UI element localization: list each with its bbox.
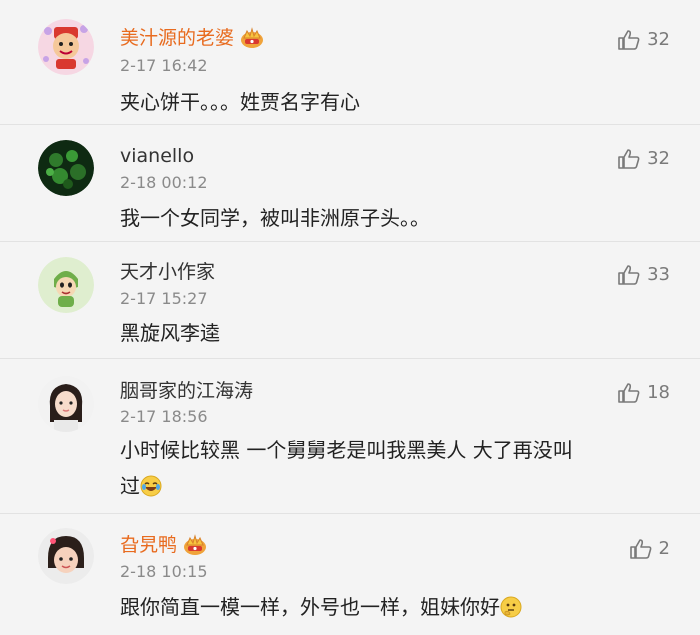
vip-crown-icon	[183, 534, 207, 556]
comment-text: 跟你简直一模一样，外号也一样，姐妹你好	[120, 589, 680, 625]
like-count: 33	[647, 264, 670, 285]
like-button[interactable]: 32	[617, 148, 670, 170]
like-button[interactable]: 18	[617, 382, 670, 404]
username[interactable]: 美汁源的老婆	[120, 26, 234, 50]
like-count: 2	[658, 538, 670, 559]
comment-item: vianello 2-18 00:12 我一个女同学，被叫非洲原子头。。 32	[0, 125, 700, 242]
avatar[interactable]	[38, 19, 94, 75]
comment-item: 美汁源的老婆 2-17 16:42 夹心饼干。。。姓贾名字有心 32	[0, 4, 700, 125]
like-button[interactable]: 33	[617, 264, 670, 286]
thinking-emoji-icon	[500, 596, 522, 618]
like-button[interactable]: 32	[617, 29, 670, 51]
username-row: 天才小作家	[120, 260, 215, 284]
avatar[interactable]	[38, 140, 94, 196]
comment-item: 天才小作家 2-17 15:27 黑旋风李逵 33	[0, 242, 700, 359]
comment-timestamp: 2-18 10:15	[120, 562, 208, 581]
username[interactable]: 旮旯鸭	[120, 533, 177, 557]
avatar[interactable]	[38, 376, 94, 432]
comment-text-line: 夹心饼干。。。姓贾名字有心	[120, 90, 360, 114]
comment-text: 我一个女同学，被叫非洲原子头。。	[120, 200, 680, 236]
avatar[interactable]	[38, 257, 94, 313]
comment-timestamp: 2-17 16:42	[120, 56, 208, 75]
comment-timestamp: 2-17 18:56	[120, 407, 208, 426]
thumbs-up-icon	[617, 382, 641, 404]
comment-text-line: 跟你简直一模一样，外号也一样，姐妹你好	[120, 595, 500, 619]
comment-item: 胭哥家的江海涛 2-17 18:56 小时候比较黑 一个舅舅老是叫我黑美人 大了…	[0, 359, 700, 514]
comment-text: 夹心饼干。。。姓贾名字有心	[120, 84, 680, 120]
like-count: 32	[647, 148, 670, 169]
comment-item: 旮旯鸭 2-18 10:15 跟你简直一模一样，外号也一样，姐妹你好 2	[0, 514, 700, 635]
avatar[interactable]	[38, 528, 94, 584]
comment-text-line: 我一个女同学，被叫非洲原子头。。	[120, 206, 430, 230]
thumbs-up-icon	[629, 538, 653, 560]
username-row: 旮旯鸭	[120, 533, 207, 557]
laughing-tears-emoji-icon	[140, 475, 162, 497]
username-row: vianello	[120, 144, 194, 168]
username[interactable]: 胭哥家的江海涛	[120, 379, 253, 403]
like-count: 32	[647, 29, 670, 50]
username[interactable]: vianello	[120, 144, 194, 168]
comment-list: 美汁源的老婆 2-17 16:42 夹心饼干。。。姓贾名字有心 32 viane…	[0, 4, 700, 635]
comment-text-line: 黑旋风李逵	[120, 321, 220, 345]
thumbs-up-icon	[617, 264, 641, 286]
like-button[interactable]: 2	[629, 538, 670, 560]
comment-text-continuation: 过	[120, 474, 140, 498]
username-row: 胭哥家的江海涛	[120, 379, 253, 403]
like-count: 18	[647, 382, 670, 403]
thumbs-up-icon	[617, 148, 641, 170]
comment-text-line: 过	[120, 468, 680, 504]
comment-text-line: 小时候比较黑 一个舅舅老是叫我黑美人 大了再没叫	[120, 438, 573, 462]
comment-timestamp: 2-17 15:27	[120, 289, 208, 308]
username-row: 美汁源的老婆	[120, 26, 264, 50]
comment-timestamp: 2-18 00:12	[120, 173, 208, 192]
comment-text: 黑旋风李逵	[120, 315, 680, 351]
thumbs-up-icon	[617, 29, 641, 51]
vip-crown-icon	[240, 27, 264, 49]
username[interactable]: 天才小作家	[120, 260, 215, 284]
comment-text: 小时候比较黑 一个舅舅老是叫我黑美人 大了再没叫 过	[120, 432, 680, 504]
